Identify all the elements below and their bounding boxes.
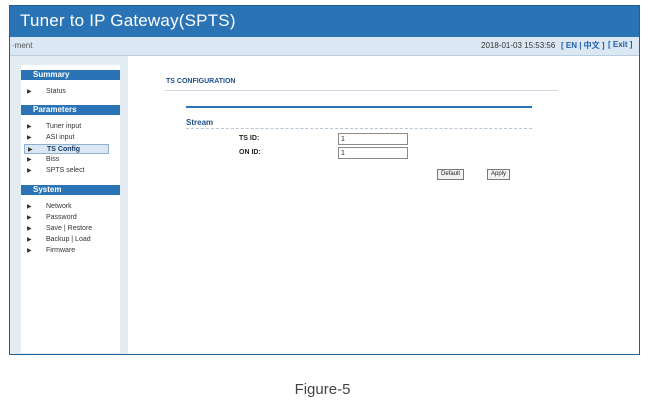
panel-divider	[186, 128, 532, 129]
section-divider	[164, 90, 558, 91]
sidebar-item-biss[interactable]: ▶ Biss	[24, 155, 109, 165]
app-title: Tuner to IP Gateway(SPTS)	[20, 11, 236, 30]
ts-id-label: TS ID:	[239, 135, 260, 142]
sidebar-item-save-restore[interactable]: ▶ Save | Restore	[24, 224, 109, 234]
sidebar-item-label: Tuner input	[46, 123, 82, 130]
sidebar-item-tuner-input[interactable]: ▶ Tuner input	[24, 122, 109, 132]
sidebar-item-label: Password	[46, 214, 77, 221]
page-title: TS CONFIGURATION	[166, 78, 236, 85]
sidebar-item-label: Network	[46, 203, 72, 210]
sidebar-item-ts-config[interactable]: ▶ TS Config	[24, 144, 109, 154]
sidebar-group-summary: Summary	[21, 70, 120, 80]
on-id-input[interactable]	[338, 147, 408, 159]
sidebar-item-backup-load[interactable]: ▶ Backup | Load	[24, 235, 109, 245]
sidebar-item-label: Firmware	[46, 247, 76, 254]
app-window: Tuner to IP Gateway(SPTS) ·ment 2018-01-…	[9, 5, 640, 355]
arrow-right-icon: ▶	[27, 226, 32, 232]
on-id-label: ON ID:	[239, 149, 261, 156]
apply-button[interactable]: Apply	[487, 169, 510, 180]
title-bar: Tuner to IP Gateway(SPTS)	[10, 6, 639, 37]
breadcrumb: ·ment	[12, 41, 33, 50]
sidebar-item-asi-input[interactable]: ▶ ASI input	[24, 133, 109, 143]
sidebar-item-label: ASI input	[46, 134, 75, 141]
status-bar: ·ment 2018-01-03 15:53:56 [ EN | 中文 ] [ …	[10, 37, 639, 56]
sidebar-item-password[interactable]: ▶ Password	[24, 213, 109, 223]
exit-link[interactable]: [ Exit ]	[608, 40, 632, 49]
ts-id-input[interactable]	[338, 133, 408, 145]
figure-caption: Figure-5	[294, 381, 351, 398]
sidebar-item-label: SPTS select	[46, 167, 85, 174]
datetime-display: 2018-01-03 15:53:56	[481, 41, 556, 50]
arrow-right-icon: ▶	[27, 237, 32, 243]
arrow-right-icon: ▶	[27, 89, 32, 95]
sidebar-item-label: Status	[46, 88, 66, 95]
main-content: TS CONFIGURATION Stream TS ID: ON ID: De…	[128, 56, 639, 354]
sidebar-item-network[interactable]: ▶ Network	[24, 202, 109, 212]
sidebar-group-parameters: Parameters	[21, 105, 120, 115]
arrow-right-icon: ▶	[28, 147, 33, 153]
sidebar-item-spts-select[interactable]: ▶ SPTS select	[24, 166, 109, 176]
sidebar: Summary ▶ Status Parameters ▶ Tuner inpu…	[10, 56, 128, 354]
arrow-right-icon: ▶	[27, 204, 32, 210]
arrow-right-icon: ▶	[27, 135, 32, 141]
default-button[interactable]: Default	[437, 169, 464, 180]
arrow-right-icon: ▶	[27, 215, 32, 221]
sidebar-item-label: TS Config	[47, 146, 81, 153]
sidebar-item-firmware[interactable]: ▶ Firmware	[24, 246, 109, 256]
arrow-right-icon: ▶	[27, 168, 32, 174]
sidebar-item-label: Save | Restore	[46, 225, 93, 232]
panel-title: Stream	[186, 118, 214, 127]
sidebar-group-system: System	[21, 185, 120, 195]
language-switch[interactable]: [ EN | 中文 ]	[561, 40, 605, 51]
sidebar-item-label: Biss	[46, 156, 60, 163]
sidebar-item-status[interactable]: ▶ Status	[24, 87, 109, 97]
panel-top-border	[186, 106, 532, 108]
arrow-right-icon: ▶	[27, 124, 32, 130]
arrow-right-icon: ▶	[27, 157, 32, 163]
arrow-right-icon: ▶	[27, 248, 32, 254]
sidebar-item-label: Backup | Load	[46, 236, 91, 243]
sidebar-menu: Summary ▶ Status Parameters ▶ Tuner inpu…	[21, 65, 120, 353]
